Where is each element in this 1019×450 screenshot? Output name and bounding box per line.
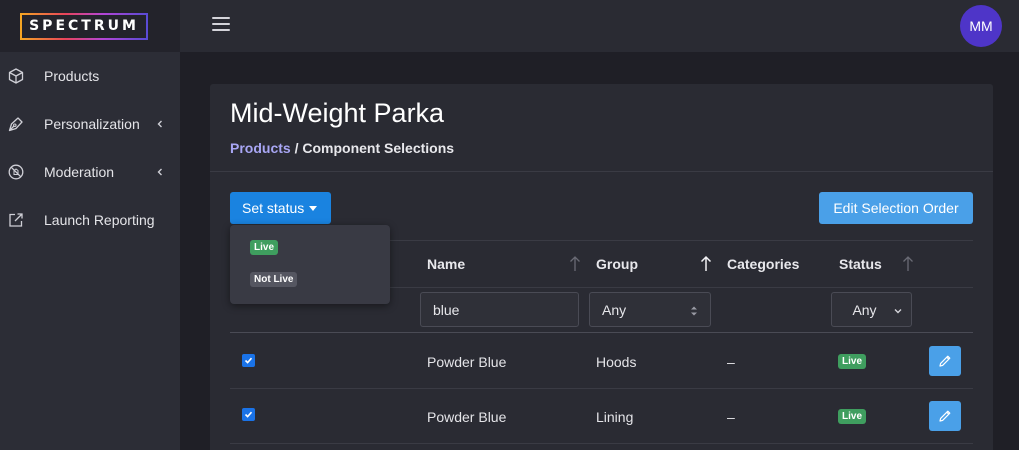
status-option-live[interactable]: Live — [250, 240, 279, 255]
spectrum-logo[interactable]: SPECTRUM — [20, 12, 148, 40]
pencil-icon — [939, 355, 951, 367]
breadcrumb-current: Component Selections — [302, 140, 455, 156]
cell-categories: – — [727, 409, 735, 425]
edit-button[interactable] — [929, 346, 961, 376]
top-bar: MM — [180, 0, 1019, 52]
edit-selection-order-button[interactable]: Edit Selection Order — [819, 192, 973, 224]
ban-icon — [8, 164, 24, 180]
name-filter-input[interactable] — [420, 292, 579, 327]
pencil-icon — [939, 410, 951, 422]
sidebar: SPECTRUM Products Personalization Modera… — [0, 0, 180, 450]
set-status-dropdown: Live Not Live — [230, 225, 390, 304]
logo-area: SPECTRUM — [0, 0, 180, 52]
external-link-icon — [9, 213, 23, 227]
sidebar-item-moderation[interactable]: Moderation — [0, 148, 180, 196]
hamburger-icon[interactable] — [212, 17, 230, 31]
cell-name: Powder Blue — [427, 354, 507, 370]
edit-button[interactable] — [929, 401, 961, 431]
divider — [230, 443, 973, 444]
cube-icon — [8, 68, 24, 84]
set-status-button[interactable]: Set status — [230, 192, 331, 224]
breadcrumb-separator: / — [290, 140, 303, 156]
sidebar-item-label: Products — [44, 68, 100, 84]
cell-name: Powder Blue — [427, 409, 507, 425]
chevron-down-icon — [894, 309, 902, 314]
divider — [230, 388, 973, 389]
sort-arrow-icon[interactable] — [569, 255, 581, 273]
group-filter-select[interactable]: Any — [589, 292, 711, 327]
column-header-group[interactable]: Group — [596, 256, 638, 272]
check-icon — [244, 357, 253, 364]
chevron-left-icon — [157, 120, 162, 128]
breadcrumb: Products / Component Selections — [230, 140, 454, 156]
page-title: Mid-Weight Parka — [230, 98, 445, 128]
sidebar-item-products[interactable]: Products — [0, 52, 180, 100]
status-badge: Live — [838, 409, 867, 424]
chevron-left-icon — [157, 168, 162, 176]
sidebar-item-launch-reporting[interactable]: Launch Reporting — [0, 196, 180, 244]
sidebar-item-label: Launch Reporting — [44, 212, 155, 228]
status-filter-select[interactable]: Any — [831, 292, 912, 327]
sidebar-item-label: Personalization — [44, 116, 140, 132]
column-header-status[interactable]: Status — [839, 256, 882, 272]
row-checkbox[interactable] — [242, 408, 255, 421]
sort-arrow-up-icon[interactable] — [700, 255, 712, 273]
group-filter-value: Any — [602, 301, 627, 318]
sidebar-item-personalization[interactable]: Personalization — [0, 100, 180, 148]
sidebar-item-label: Moderation — [44, 164, 115, 180]
sort-updown-icon — [691, 306, 697, 316]
cell-group: Lining — [596, 409, 634, 425]
breadcrumb-link-products[interactable]: Products — [230, 140, 291, 156]
row-checkbox[interactable] — [242, 354, 255, 367]
column-header-categories: Categories — [727, 256, 800, 272]
status-option-not-live[interactable]: Not Live — [250, 272, 298, 287]
column-header-name[interactable]: Name — [427, 256, 465, 272]
caret-down-icon — [309, 205, 318, 211]
cell-categories: – — [727, 354, 735, 370]
divider — [210, 171, 993, 172]
sort-arrow-icon[interactable] — [902, 255, 914, 273]
status-filter-value: Any — [852, 301, 877, 318]
avatar[interactable]: MM — [960, 5, 1002, 47]
pen-nib-icon — [8, 117, 23, 132]
table-header-border — [230, 332, 973, 333]
set-status-label: Set status — [242, 200, 305, 216]
check-icon — [244, 411, 253, 418]
status-badge: Live — [838, 354, 867, 369]
cell-group: Hoods — [596, 354, 637, 370]
